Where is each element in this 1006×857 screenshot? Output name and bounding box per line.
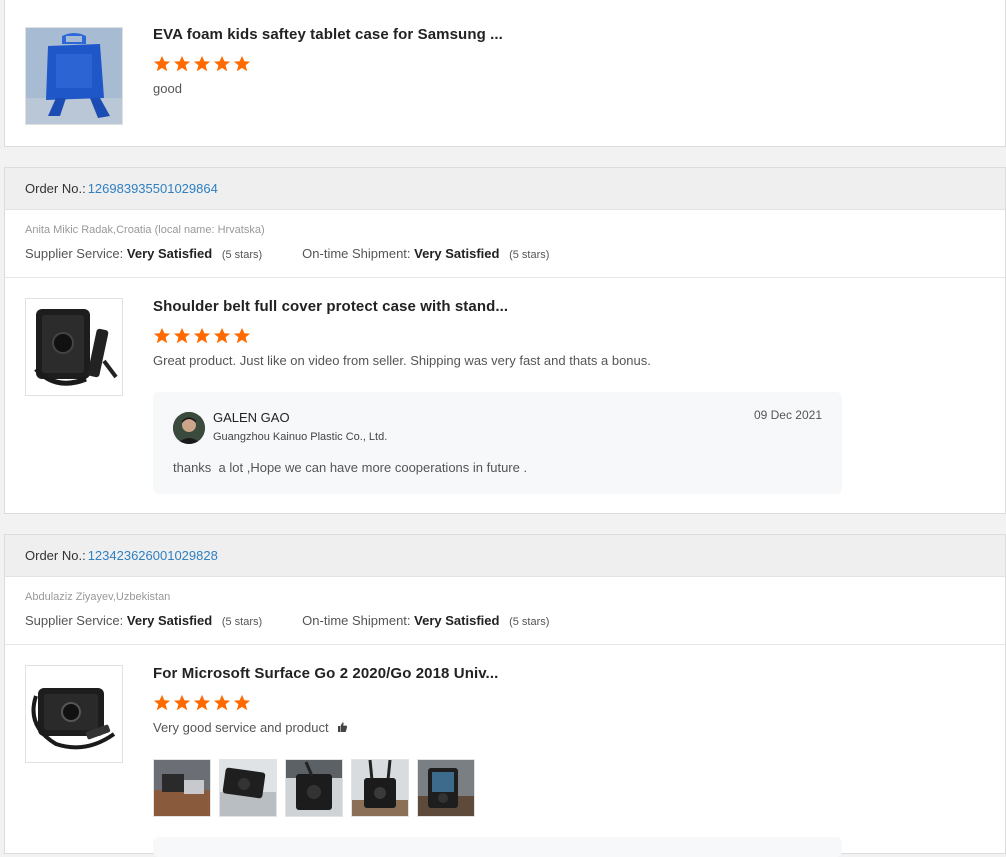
review-text: good	[153, 81, 182, 96]
star-rating	[153, 55, 1005, 73]
review-photo[interactable]	[285, 759, 343, 817]
black-shoulder-belt-case-icon	[26, 299, 122, 395]
order-label: Order No.:	[25, 181, 86, 196]
review-text: Great product. Just like on video from s…	[153, 353, 651, 368]
review-photo[interactable]	[417, 759, 475, 817]
star-rating	[153, 327, 1005, 345]
product-thumbnail[interactable]	[25, 27, 123, 125]
star-icon	[193, 327, 211, 344]
product-title[interactable]: For Microsoft Surface Go 2 2020/Go 2018 …	[153, 665, 1005, 682]
thumbs-up-icon	[338, 722, 348, 732]
review-photo-4	[352, 759, 408, 816]
review-photo-3	[286, 760, 342, 816]
star-icon	[173, 327, 191, 344]
star-icon	[233, 327, 251, 344]
order-label: Order No.:	[25, 548, 86, 563]
order-number-link[interactable]: 126983935501029864	[88, 181, 218, 196]
star-icon	[153, 327, 171, 344]
order-bar: Order No.: 126983935501029864	[5, 168, 1005, 210]
product-title[interactable]: Shoulder belt full cover protect case wi…	[153, 298, 1005, 315]
star-rating	[153, 694, 1005, 712]
seller-ratings: Supplier Service: Very Satisfied (5 star…	[25, 613, 985, 628]
review-card-1: EVA foam kids saftey tablet case for Sam…	[4, 0, 1006, 147]
star-icon	[153, 55, 171, 72]
reply-text: thanks a lot ,Hope we can have more coop…	[173, 460, 528, 475]
shipment-stars: (5 stars)	[509, 249, 550, 261]
shipment-label: On-time Shipment:	[302, 613, 411, 628]
star-icon	[213, 55, 231, 72]
shipment-rating: On-time Shipment: Very Satisfied (5 star…	[302, 613, 549, 628]
reply-date: 09 Dec 2021	[753, 408, 822, 422]
blue-eva-tablet-case-icon	[26, 28, 122, 124]
supplier-service-rating: Supplier Service: Very Satisfied (5 star…	[25, 246, 262, 261]
buyer-name: Abdulaziz Ziyayev,Uzbekistan	[25, 591, 171, 603]
shipment-rating: On-time Shipment: Very Satisfied (5 star…	[302, 246, 549, 261]
shipment-label: On-time Shipment:	[302, 246, 411, 261]
review-body: For Microsoft Surface Go 2 2020/Go 2018 …	[5, 645, 1005, 857]
review-body: Shoulder belt full cover protect case wi…	[5, 278, 1005, 514]
black-rotating-case-strap-icon	[26, 666, 122, 762]
supplier-service-value: Very Satisfied	[126, 613, 213, 628]
star-icon	[173, 694, 191, 711]
review-photo[interactable]	[153, 759, 211, 817]
shipment-value: Very Satisfied	[414, 246, 500, 261]
product-thumbnail[interactable]	[25, 298, 123, 396]
supplier-reply: GALEN GAO Guangzhou Kainuo Plastic Co., …	[153, 392, 842, 494]
buyer-info: Abdulaziz Ziyayev,Uzbekistan Supplier Se…	[5, 577, 1005, 645]
buyer-info: Anita Mikic Radak,Croatia (local name: H…	[5, 210, 1005, 278]
reply-company: Guangzhou Kainuo Plastic Co., Ltd.	[213, 431, 388, 443]
shipment-value: Very Satisfied	[414, 613, 500, 628]
review-photo-5	[418, 760, 474, 816]
review-card-3: Order No.: 123423626001029828 Abdulaziz …	[4, 534, 1006, 857]
supplier-service-rating: Supplier Service: Very Satisfied (5 star…	[25, 613, 262, 628]
star-icon	[173, 55, 191, 72]
user-avatar-icon	[173, 412, 205, 444]
review-card-2: Order No.: 126983935501029864 Anita Miki…	[4, 167, 1006, 514]
review-photo[interactable]	[351, 759, 409, 817]
star-icon	[213, 327, 231, 344]
order-number-link[interactable]: 123423626001029828	[88, 548, 218, 563]
reply-author-name: GALEN GAO	[213, 410, 290, 425]
product-thumbnail[interactable]	[25, 665, 123, 763]
supplier-service-value: Very Satisfied	[126, 246, 213, 261]
avatar	[173, 412, 205, 444]
supplier-reply	[153, 837, 842, 857]
supplier-service-label: Supplier Service:	[25, 613, 124, 628]
star-icon	[233, 694, 251, 711]
review-photo[interactable]	[219, 759, 277, 817]
review-photo-2	[220, 760, 276, 816]
star-icon	[233, 55, 251, 72]
buyer-name: Anita Mikic Radak,Croatia (local name: H…	[25, 224, 265, 236]
supplier-service-stars: (5 stars)	[221, 249, 263, 261]
shipment-stars: (5 stars)	[509, 616, 550, 628]
review-photo-1	[154, 760, 210, 816]
review-body: EVA foam kids saftey tablet case for Sam…	[5, 0, 1005, 146]
star-icon	[213, 694, 231, 711]
order-bar: Order No.: 123423626001029828	[5, 535, 1005, 577]
seller-ratings: Supplier Service: Very Satisfied (5 star…	[25, 246, 985, 261]
star-icon	[193, 55, 211, 72]
star-icon	[193, 694, 211, 711]
review-text-content: Very good service and product	[153, 720, 329, 735]
review-text: Very good service and product	[153, 720, 1005, 735]
supplier-service-label: Supplier Service:	[25, 246, 124, 261]
supplier-service-stars: (5 stars)	[221, 616, 263, 628]
product-title[interactable]: EVA foam kids saftey tablet case for Sam…	[153, 26, 1005, 43]
star-icon	[153, 694, 171, 711]
